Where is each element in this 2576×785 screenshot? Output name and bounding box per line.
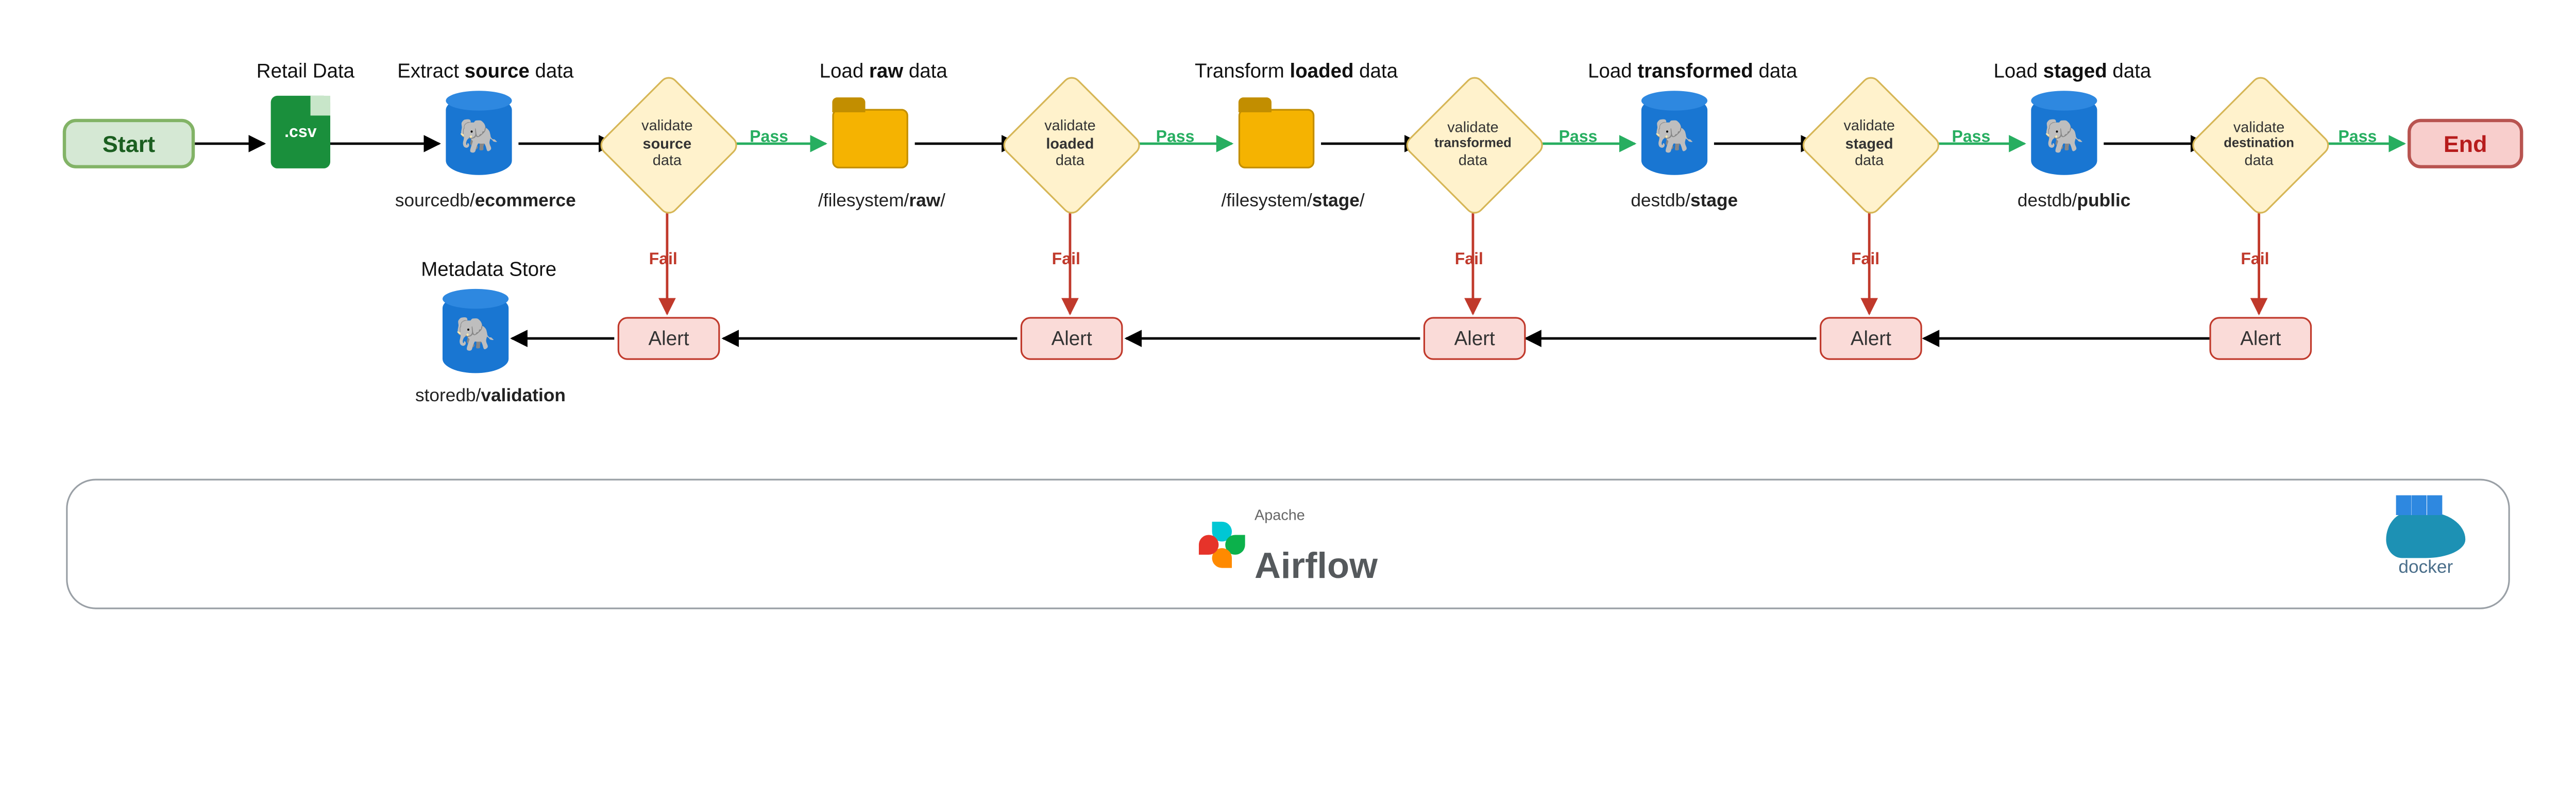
destpublic-db-icon: 🐘: [2031, 96, 2097, 175]
store-title: Metadata Store: [389, 258, 588, 281]
alert-1: Alert: [618, 317, 720, 360]
stage-title: Transform loaded data: [1173, 59, 1420, 82]
end-node: End: [2408, 119, 2523, 168]
store-sub: storedb/validation: [383, 386, 598, 406]
loadtrans-sub: destdb/stage: [1585, 192, 1784, 211]
deststage-db-icon: 🐘: [1641, 96, 1707, 175]
fail-label-1: Fail: [649, 251, 677, 269]
alert-2: Alert: [1021, 317, 1123, 360]
loadstaged-sub: destdb/public: [1975, 192, 2173, 211]
fail-label-3: Fail: [1455, 251, 1483, 269]
docker-whale-icon: [2386, 511, 2465, 557]
retail-title: Retail Data: [248, 59, 363, 82]
source-db-icon: 🐘: [446, 96, 512, 175]
fail-label-2: Fail: [1052, 251, 1080, 269]
pass-label-3: Pass: [1559, 129, 1598, 147]
validate-destination: validatedestinationdata: [2209, 94, 2308, 193]
loadstaged-title: Load staged data: [1965, 59, 2180, 82]
start-label: Start: [103, 130, 155, 157]
footer-panel: Apache Airflow docker: [66, 479, 2510, 609]
raw-title: Load raw data: [792, 59, 974, 82]
airflow-pinwheel-icon: [1198, 521, 1245, 567]
airflow-sup: Apache: [1255, 506, 1305, 522]
loadtrans-title: Load transformed data: [1569, 59, 1817, 82]
validate-loaded: validateloadeddata: [1021, 94, 1120, 193]
validate-source: validatesourcedata: [618, 94, 717, 193]
airflow-logo: Apache Airflow: [1198, 501, 1378, 587]
start-node: Start: [63, 119, 195, 168]
raw-sub: /filesystem/raw/: [783, 192, 981, 211]
validate-transformed: validatetransformeddata: [1423, 94, 1522, 193]
pass-label-5: Pass: [2338, 129, 2377, 147]
end-label: End: [2444, 130, 2487, 157]
docker-label: docker: [2386, 557, 2465, 577]
raw-folder-icon: [832, 109, 908, 168]
source-title: Extract source data: [370, 59, 601, 82]
validate-staged: validatestageddata: [1820, 94, 1919, 193]
pass-label-1: Pass: [750, 129, 788, 147]
fail-label-4: Fail: [1851, 251, 1879, 269]
pass-label-4: Pass: [1952, 129, 1990, 147]
docker-logo: docker: [2386, 511, 2465, 577]
stage-folder-icon: [1239, 109, 1314, 168]
store-db-icon: 🐘: [443, 294, 509, 373]
alert-4: Alert: [1820, 317, 1922, 360]
stage-sub: /filesystem/stage/: [1185, 192, 1400, 211]
csv-icon: [271, 96, 330, 168]
pass-label-2: Pass: [1156, 129, 1195, 147]
fail-label-5: Fail: [2241, 251, 2269, 269]
alert-5: Alert: [2209, 317, 2312, 360]
alert-3: Alert: [1423, 317, 1526, 360]
source-sub: sourcedb/ecommerce: [370, 192, 601, 211]
airflow-name: Airflow: [1255, 544, 1378, 585]
